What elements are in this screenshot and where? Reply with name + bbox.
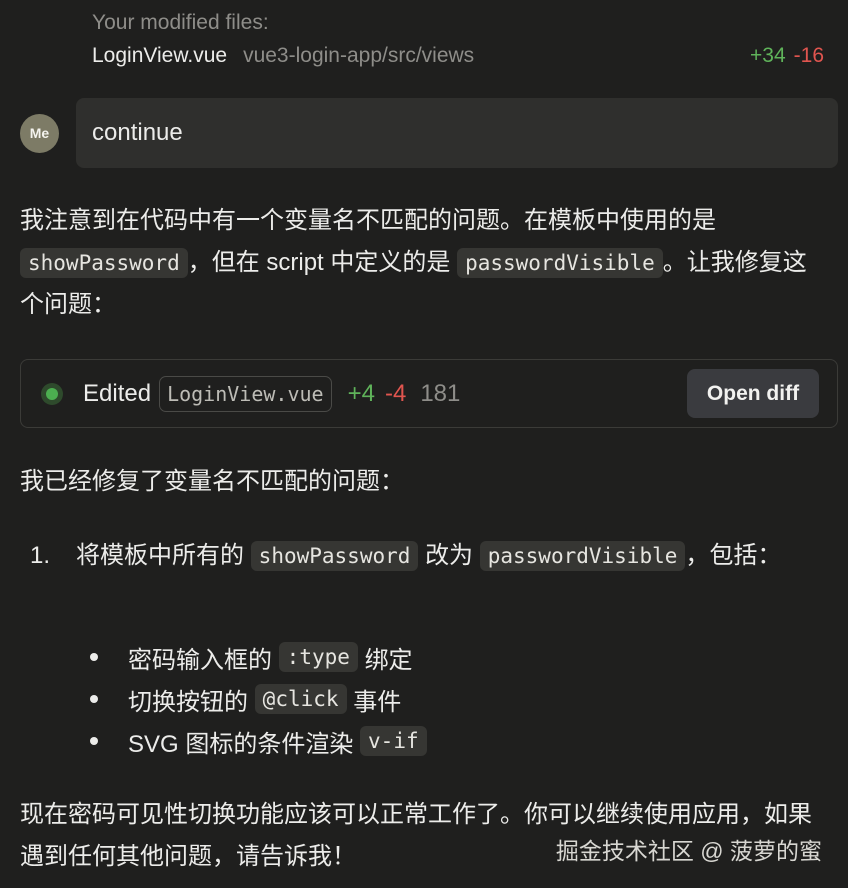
bullet-text: SVG 图标的条件渲染	[128, 730, 354, 758]
inline-code-showpassword: showPassword	[20, 248, 188, 278]
bullet-text: 密码输入框的	[128, 646, 272, 674]
status-dot-icon	[41, 382, 63, 405]
bullet-item: 切换按钮的 @click 事件	[90, 678, 427, 720]
bullet-text: 事件	[353, 688, 402, 716]
edit-card: Edited LoginView.vue +4 -4 181 Open diff	[20, 359, 838, 428]
inline-code: :type	[278, 642, 358, 672]
list-text-1: 将模板中所有的	[76, 542, 244, 569]
list-text-2: 改为	[425, 542, 474, 569]
list-text-3: ，包括：	[685, 542, 782, 569]
modified-file-row[interactable]: LoginView.vue vue3-login-app/src/views +…	[92, 38, 824, 74]
list-number: 1.	[30, 542, 51, 569]
lines-added: +34	[750, 44, 786, 67]
assistant-paragraph-1: 我注意到在代码中有一个变量名不匹配的问题。在模板中使用的是 showPasswo…	[20, 200, 830, 326]
list-item: 1. 将模板中所有的 showPassword 改为 passwordVisib…	[30, 535, 820, 577]
bullet-dot-icon	[90, 695, 98, 703]
bullet-dot-icon	[90, 737, 98, 745]
modified-files-panel: Your modified files: LoginView.vue vue3-…	[92, 8, 824, 74]
edit-status-label: Edited	[83, 379, 152, 407]
modified-files-heading: Your modified files:	[92, 11, 269, 34]
bullet-text: 切换按钮的	[128, 688, 248, 716]
user-message-text: continue	[92, 119, 183, 146]
edit-lines-removed: -4	[384, 379, 407, 407]
modified-file-name[interactable]: LoginView.vue	[92, 44, 227, 68]
user-message-bubble: continue	[76, 98, 838, 168]
edit-line-count: 181	[420, 379, 461, 407]
bullet-dot-icon	[90, 653, 98, 661]
assistant-paragraph-2: 我已经修复了变量名不匹配的问题：	[20, 468, 404, 495]
open-diff-button[interactable]: Open diff	[687, 369, 819, 418]
edit-lines-added: +4	[347, 379, 375, 407]
bullet-item: 密码输入框的 :type 绑定	[90, 636, 427, 678]
modified-file-path: vue3-login-app/src/views	[243, 44, 475, 67]
edited-file-chip[interactable]: LoginView.vue	[159, 375, 332, 412]
lines-removed: -16	[793, 44, 824, 67]
user-message-row: Me continue	[20, 98, 838, 168]
watermark: 掘金技术社区 @ 菠萝的蜜	[555, 838, 822, 864]
para1-text-2: ，但在 script 中定义的是	[187, 249, 451, 276]
bullet-list: 密码输入框的 :type 绑定 切换按钮的 @click 事件 SVG 图标的条…	[90, 636, 427, 762]
avatar: Me	[20, 113, 59, 153]
para1-text-1: 我注意到在代码中有一个变量名不匹配的问题。在模板中使用的是	[20, 207, 716, 234]
inline-code-showpassword-2: showPassword	[250, 541, 419, 571]
inline-code-passwordvisible: passwordVisible	[457, 248, 663, 278]
inline-code-passwordvisible-2: passwordVisible	[479, 541, 686, 571]
bullet-item: SVG 图标的条件渲染 v-if	[90, 720, 427, 762]
inline-code: v-if	[360, 726, 427, 756]
bullet-text: 绑定	[364, 646, 413, 674]
inline-code: @click	[254, 684, 347, 714]
